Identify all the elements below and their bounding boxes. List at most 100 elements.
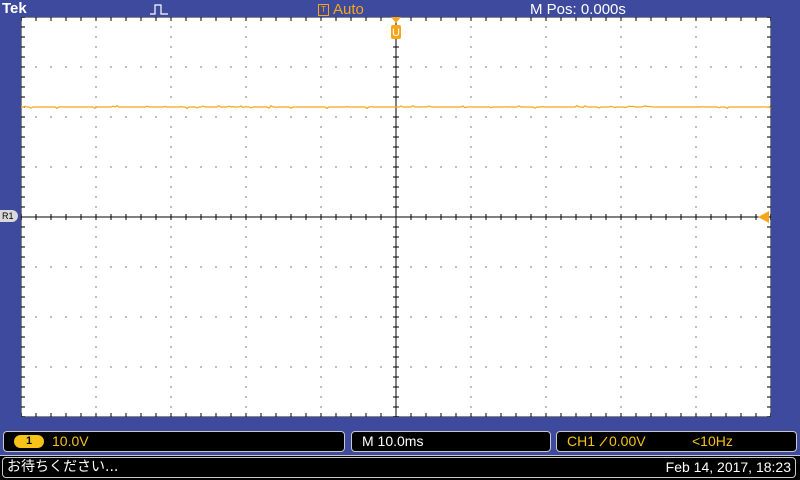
grid-dot xyxy=(710,316,712,318)
grid-dot xyxy=(170,326,172,328)
channel-scale: 10.0V xyxy=(52,433,89,449)
grid-dot xyxy=(695,256,697,258)
grid-dot xyxy=(545,256,547,258)
grid-dot xyxy=(95,276,97,278)
grid-dot xyxy=(245,186,247,188)
grid-dot xyxy=(470,316,472,318)
grid-dot xyxy=(170,306,172,308)
grid-dot xyxy=(170,336,172,338)
grid-dot xyxy=(620,396,622,398)
grid-dot xyxy=(470,356,472,358)
grid-dot xyxy=(365,116,367,118)
grid-dot xyxy=(155,366,157,368)
grid-dot xyxy=(245,196,247,198)
grid-dot xyxy=(155,66,157,68)
grid-dot xyxy=(170,196,172,198)
channel-badge: 1 xyxy=(14,435,44,448)
channel-status-box[interactable]: 1 10.0V xyxy=(3,431,345,452)
grid-dot xyxy=(320,226,322,228)
grid-dot xyxy=(545,376,547,378)
grid-dot xyxy=(95,206,97,208)
grid-dot xyxy=(290,116,292,118)
grid-dot xyxy=(95,46,97,48)
grid-dot xyxy=(350,316,352,318)
grid-dot xyxy=(65,166,67,168)
grid-dot xyxy=(260,366,262,368)
grid-dot xyxy=(695,336,697,338)
trigger-position-letter: U xyxy=(392,27,400,39)
grid-dot xyxy=(320,46,322,48)
grid-dot xyxy=(440,316,442,318)
grid-dot xyxy=(320,116,322,118)
grid-dot xyxy=(740,66,742,68)
grid-dot xyxy=(455,266,457,268)
grid-dot xyxy=(50,166,52,168)
grid-dot xyxy=(35,166,37,168)
grid-dot xyxy=(620,66,622,68)
grid-dot xyxy=(95,286,97,288)
grid-dot xyxy=(650,266,652,268)
grid-dot xyxy=(320,156,322,158)
grid-dot xyxy=(620,226,622,228)
grid-dot xyxy=(545,116,547,118)
grid-dot xyxy=(635,316,637,318)
grid-dot xyxy=(590,366,592,368)
grid-dot xyxy=(320,166,322,168)
grid-dot xyxy=(695,316,697,318)
grid-dot xyxy=(725,66,727,68)
grid-dot xyxy=(470,246,472,248)
trigger-status-box[interactable]: CH1 0.00V <10Hz xyxy=(556,431,797,452)
grid-dot xyxy=(185,66,187,68)
grid-dot xyxy=(170,176,172,178)
grid-dot xyxy=(545,366,547,368)
grid-dot xyxy=(440,66,442,68)
grid-dot xyxy=(740,316,742,318)
grid-dot xyxy=(695,276,697,278)
grid-dot xyxy=(215,366,217,368)
grid-dot xyxy=(245,76,247,78)
timebase-status-box[interactable]: M 10.0ms xyxy=(351,431,551,452)
grid-dot xyxy=(485,66,487,68)
grid-dot xyxy=(470,76,472,78)
grid-dot xyxy=(425,66,427,68)
grid-dot xyxy=(620,326,622,328)
grid-dot xyxy=(560,266,562,268)
grid-dot xyxy=(425,266,427,268)
grid-dot xyxy=(245,136,247,138)
grid-dot xyxy=(260,266,262,268)
grid-dot xyxy=(470,166,472,168)
grid-dot xyxy=(95,56,97,58)
grid-dot xyxy=(665,166,667,168)
grid-dot xyxy=(740,266,742,268)
grid-dot xyxy=(80,366,82,368)
horizontal-position: M Pos: 0.000s xyxy=(530,1,626,18)
grid-dot xyxy=(560,366,562,368)
grid-dot xyxy=(95,326,97,328)
date-time: Feb 14, 2017, 18:23 xyxy=(665,459,791,475)
grid-dot xyxy=(365,366,367,368)
grid-dot xyxy=(320,296,322,298)
grid-dot xyxy=(620,76,622,78)
grid-dot xyxy=(425,316,427,318)
grid-dot xyxy=(80,266,82,268)
grid-dot xyxy=(695,186,697,188)
grid-dot xyxy=(380,366,382,368)
grid-dot xyxy=(65,116,67,118)
grid-dot xyxy=(215,116,217,118)
grid-dot xyxy=(230,266,232,268)
grid-dot xyxy=(245,246,247,248)
grid-dot xyxy=(230,316,232,318)
grid-dot xyxy=(590,316,592,318)
grid-dot xyxy=(260,116,262,118)
grid-dot xyxy=(170,286,172,288)
grid-dot xyxy=(170,206,172,208)
grid-dot xyxy=(320,306,322,308)
waveform-display[interactable] xyxy=(21,17,771,417)
grid-dot xyxy=(245,366,247,368)
grid-dot xyxy=(170,126,172,128)
grid-dot xyxy=(65,316,67,318)
grid-dot xyxy=(110,116,112,118)
grid-dot xyxy=(215,316,217,318)
grid-dot xyxy=(695,346,697,348)
grid-dot xyxy=(95,36,97,38)
